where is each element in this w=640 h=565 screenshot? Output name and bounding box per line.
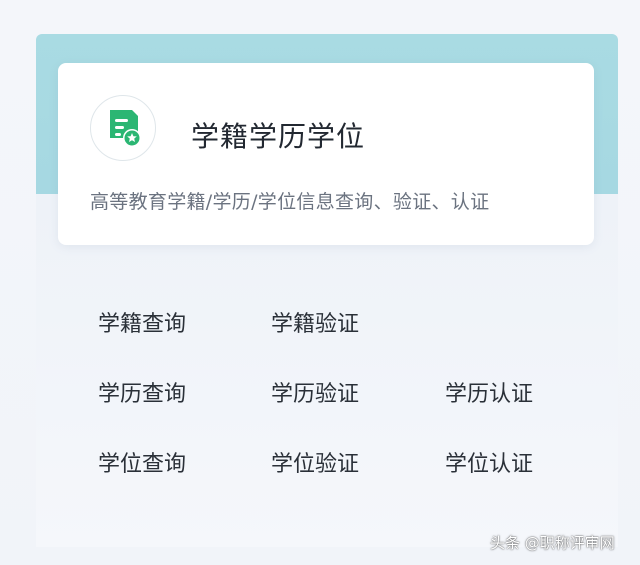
document-star-icon (110, 110, 141, 147)
link-xueji-verify[interactable]: 学籍验证 (271, 306, 359, 338)
link-xueji-query[interactable]: 学籍查询 (98, 306, 186, 338)
link-xueli-certify[interactable]: 学历认证 (445, 376, 533, 408)
card-subtitle: 高等教育学籍/学历/学位信息查询、验证、认证 (90, 191, 490, 213)
link-xuewei-verify[interactable]: 学位验证 (271, 446, 359, 478)
source-watermark: 头条 @职称评审网 (490, 534, 615, 552)
card-title: 学籍学历学位 (191, 120, 366, 153)
service-card: 学籍学历学位 高等教育学籍/学历/学位信息查询、验证、认证 (58, 63, 594, 245)
links-panel (36, 194, 618, 547)
link-xueli-verify[interactable]: 学历验证 (271, 376, 359, 408)
link-xuewei-certify[interactable]: 学位认证 (445, 446, 533, 478)
page-frame: 学籍学历学位 高等教育学籍/学历/学位信息查询、验证、认证 学籍查询 学籍验证 … (0, 0, 640, 565)
link-xueli-query[interactable]: 学历查询 (98, 376, 186, 408)
link-xuewei-query[interactable]: 学位查询 (98, 446, 186, 478)
service-icon-badge (90, 95, 156, 161)
